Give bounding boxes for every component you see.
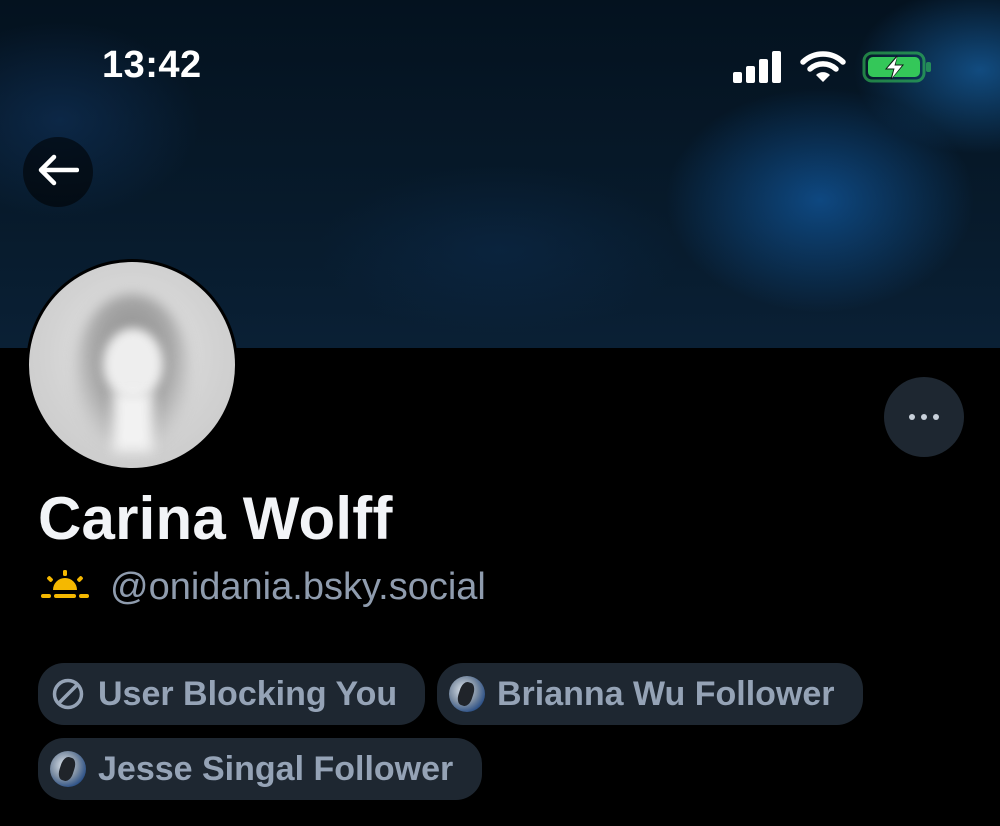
ellipsis-icon [909,414,915,420]
profile-avatar[interactable] [26,259,238,471]
avatar [449,676,485,712]
label-user-blocking-you[interactable]: User Blocking You [38,663,425,725]
back-button[interactable] [23,137,93,207]
avatar [50,751,86,787]
handle-row: @onidania.bsky.social [40,566,486,609]
profile-handle[interactable]: @onidania.bsky.social [110,566,486,609]
label-jesse-singal-follower[interactable]: Jesse Singal Follower [38,738,482,800]
label-text: Brianna Wu Follower [497,674,835,713]
cellular-signal-icon [732,50,784,89]
blocked-icon [50,676,86,712]
arrow-left-icon [37,154,80,191]
battery-charging-icon [862,50,934,89]
wifi-icon [800,50,846,89]
avatar-image [29,262,235,468]
label-brianna-wu-follower[interactable]: Brianna Wu Follower [437,663,863,725]
label-text: User Blocking You [98,674,398,713]
status-icons [732,50,934,89]
status-time: 13:42 [102,44,202,86]
label-text: Jesse Singal Follower [98,749,454,788]
display-name: Carina Wolff [38,485,393,552]
sunrise-icon [40,570,90,605]
more-options-button[interactable] [884,377,964,457]
